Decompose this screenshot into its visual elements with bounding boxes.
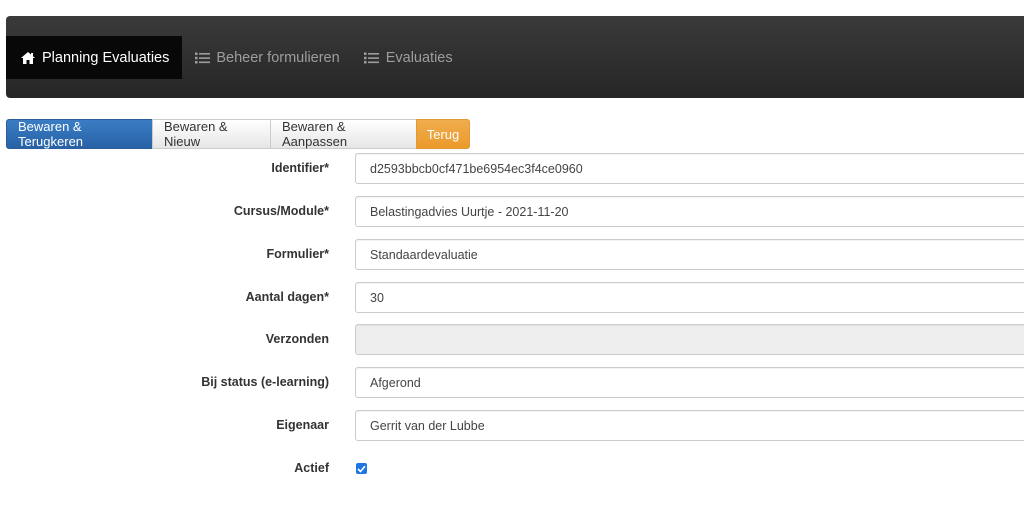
- identifier-input[interactable]: d2593bbcb0cf471be6954ec3f4ce0960: [355, 153, 1024, 184]
- list-icon: [364, 51, 380, 65]
- active-checkbox[interactable]: [356, 463, 367, 474]
- save-edit-button[interactable]: Bewaren & Aanpassen: [270, 119, 417, 149]
- owner-label: Eigenaar: [276, 418, 329, 432]
- form-select[interactable]: Standaardevaluatie: [355, 239, 1024, 270]
- save-return-button[interactable]: Bewaren & Terugkeren: [6, 119, 153, 149]
- status-label: Bij status (e-learning): [201, 375, 329, 389]
- back-button[interactable]: Terug: [416, 119, 470, 149]
- sent-input: [355, 324, 1024, 355]
- nav-item-label: Planning Evaluaties: [42, 49, 170, 66]
- nav-item-label: Beheer formulieren: [216, 49, 340, 66]
- days-label: Aantal dagen*: [245, 290, 329, 304]
- check-icon: [357, 465, 366, 473]
- course-label: Cursus/Module*: [233, 204, 329, 218]
- active-label: Actief: [294, 461, 329, 475]
- nav-item-label: Evaluaties: [385, 49, 453, 66]
- nav-list: Planning Evaluaties Beheer formulieren E…: [6, 36, 465, 79]
- form-row-form: Formulier* Standaardevaluatie: [0, 239, 1024, 271]
- form-row-status: Bij status (e-learning) Afgerond: [0, 367, 1024, 399]
- form-row-sent: Verzonden: [0, 324, 1024, 356]
- navbar: Planning Evaluaties Beheer formulieren E…: [6, 16, 1024, 98]
- identifier-label: Identifier*: [271, 161, 329, 175]
- form-row-course: Cursus/Module* Belastingadvies Uurtje - …: [0, 196, 1024, 228]
- days-input[interactable]: 30: [355, 282, 1024, 313]
- nav-item-beheer-formulieren[interactable]: Beheer formulieren: [182, 36, 351, 79]
- form-row-identifier: Identifier* d2593bbcb0cf471be6954ec3f4ce…: [0, 153, 1024, 185]
- form-row-owner: Eigenaar Gerrit van der Lubbe: [0, 410, 1024, 442]
- action-button-group: Bewaren & Terugkeren Bewaren & Nieuw Bew…: [6, 119, 470, 149]
- form-row-days: Aantal dagen* 30: [0, 282, 1024, 314]
- status-select[interactable]: Afgerond: [355, 367, 1024, 398]
- form-row-active: Actief: [0, 453, 1024, 485]
- sent-label: Verzonden: [265, 332, 329, 346]
- course-select[interactable]: Belastingadvies Uurtje - 2021-11-20: [355, 196, 1024, 227]
- form-label: Formulier*: [266, 247, 329, 261]
- save-new-button[interactable]: Bewaren & Nieuw: [152, 119, 271, 149]
- owner-select[interactable]: Gerrit van der Lubbe: [355, 410, 1024, 441]
- nav-item-evaluaties[interactable]: Evaluaties: [352, 36, 465, 79]
- nav-item-planning-evaluaties[interactable]: Planning Evaluaties: [6, 36, 183, 79]
- home-icon: [20, 51, 36, 65]
- list-icon: [194, 51, 210, 65]
